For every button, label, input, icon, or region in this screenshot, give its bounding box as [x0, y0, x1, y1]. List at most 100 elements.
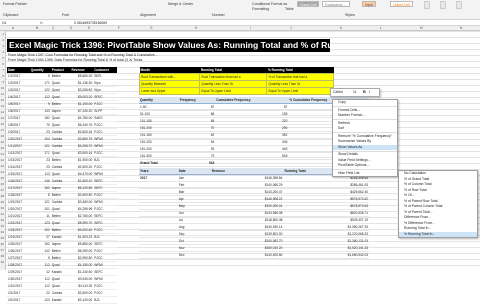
data-table-cell[interactable]: BJ1: [93, 156, 117, 164]
frequency-cell[interactable]: 51-100: [139, 110, 179, 118]
criteria-cell[interactable]: Root Transaction that had a: [199, 73, 268, 81]
data-table-cell[interactable]: $4,206.70: [70, 142, 94, 150]
pivot-cell[interactable]: $143,966.08: [210, 209, 284, 217]
data-table-cell[interactable]: 1/19/2017: [7, 198, 30, 206]
data-table-cell[interactable]: Kanaki: [50, 233, 71, 241]
data-table-cell[interactable]: PJCC: [93, 226, 117, 234]
data-table-cell[interactable]: 9: [29, 254, 51, 262]
data-table-cell[interactable]: PJCC: [93, 205, 117, 213]
data-table-cell[interactable]: 121: [29, 142, 51, 150]
pivot-cell[interactable]: $576,570.62: [283, 195, 369, 203]
data-table-cell[interactable]: 104: [29, 135, 51, 143]
data-table-cell[interactable]: 1/14/2017: [7, 163, 30, 171]
data-table-cell[interactable]: 143: [29, 107, 51, 115]
pivot-cell[interactable]: $140,065.29: [210, 181, 284, 189]
data-table-cell[interactable]: $4,470.00: [70, 170, 94, 178]
data-table-cell[interactable]: 1/7/2017: [7, 114, 30, 122]
data-table-cell[interactable]: PJCC: [93, 289, 117, 297]
data-table-cell[interactable]: Quad: [50, 149, 71, 157]
show-values-as-submenu[interactable]: No Calculation% of Grand Total% of Colum…: [398, 170, 478, 238]
pivot-cell[interactable]: $939,337.19: [283, 216, 369, 224]
pivot-cell[interactable]: $140,062.70: [210, 237, 284, 245]
data-table-cell[interactable]: $2,990.50: [70, 254, 94, 262]
data-table-cell[interactable]: PJCC: [93, 121, 117, 129]
frequency-cell[interactable]: 68: [178, 110, 216, 118]
grand-total-value[interactable]: 518: [178, 159, 216, 167]
pivot-cell[interactable]: $286,461.93: [283, 181, 369, 189]
frequency-cell[interactable]: 406: [215, 138, 289, 146]
context-menu-item[interactable]: Copy: [333, 100, 397, 106]
frequency-cell[interactable]: 151-300: [139, 152, 179, 160]
criteria-cell[interactable]: Lower and Upper: [138, 87, 201, 95]
data-table-cell[interactable]: 1/22/2017: [7, 219, 30, 227]
delete-cells-icon[interactable]: [440, 1, 446, 9]
data-table-cell[interactable]: Carlota: [50, 135, 71, 143]
data-table-cell[interactable]: 112: [29, 261, 51, 269]
pivot-year-cell[interactable]: [139, 244, 178, 252]
pivot-cell[interactable]: Nov: [177, 244, 211, 252]
frequency-cell[interactable]: 62: [178, 131, 216, 139]
merge-center-button[interactable]: Merge & Center: [168, 2, 193, 7]
data-table-cell[interactable]: PJCC: [93, 247, 117, 255]
data-table-cell[interactable]: PJCC: [93, 282, 117, 290]
data-table-cell[interactable]: $2,760.00: [70, 212, 94, 220]
data-table-cell[interactable]: Quad: [50, 121, 71, 129]
data-table-cell[interactable]: Bellen: [50, 247, 71, 255]
data-table-cell[interactable]: 2/1/2017: [7, 289, 30, 297]
frequency-cell[interactable]: 290: [215, 124, 289, 132]
bold-icon[interactable]: B: [363, 90, 366, 94]
linked-cell-style[interactable]: Linked Cell: [390, 1, 413, 7]
frequency-cell[interactable]: 445: [215, 145, 289, 153]
data-table-cell[interactable]: 2/2/2017: [7, 296, 30, 304]
mini-font-size[interactable]: 11: [353, 90, 357, 94]
frequency-cell[interactable]: 151-200: [139, 138, 179, 146]
submenu-item[interactable]: % Running Total In...: [399, 231, 477, 237]
frequency-cell[interactable]: 73: [178, 152, 216, 160]
data-table-cell[interactable]: 123: [29, 296, 51, 304]
data-table-cell[interactable]: SEFC: [93, 177, 117, 185]
data-table-cell[interactable]: PJCC: [93, 163, 117, 171]
data-table-cell[interactable]: BJ1: [93, 233, 117, 241]
data-table-cell[interactable]: BJ1: [93, 296, 117, 304]
data-table-cell[interactable]: $3,900.16: [70, 149, 94, 157]
data-table-cell[interactable]: $4,780.00: [70, 114, 94, 122]
frequency-cell[interactable]: 101-150: [139, 131, 179, 139]
data-table-cell[interactable]: Aspen: [50, 184, 71, 192]
format-cells-icon[interactable]: [456, 1, 462, 9]
pivot-cell[interactable]: $160,010.20: [210, 244, 284, 252]
data-table-cell[interactable]: 1/3/2017: [7, 86, 30, 94]
pivot-year-cell[interactable]: [139, 251, 178, 259]
data-table-cell[interactable]: Quad: [50, 79, 71, 87]
criteria-cell[interactable]: Equal To Upper Limit: [199, 87, 268, 95]
pivot-cell[interactable]: $1,220,068.33: [283, 230, 369, 238]
context-menu-item[interactable]: Sort: [333, 126, 397, 132]
pivot-cell[interactable]: $118,800.48: [210, 216, 284, 224]
frequency-cell[interactable]: 155: [215, 110, 289, 118]
data-table-cell[interactable]: 1/12/2017: [7, 149, 30, 157]
frequency-cell[interactable]: 101-150: [139, 117, 179, 125]
data-table-cell[interactable]: Quad: [50, 170, 71, 178]
format-painter-button[interactable]: Format Painter: [3, 2, 27, 7]
pivot-cell[interactable]: $140,400.80: [210, 251, 284, 259]
pivot-cell[interactable]: $676,570.63: [283, 202, 369, 210]
context-menu[interactable]: Copy Format Cells... Number Format... Refre…: [332, 99, 398, 177]
data-table-cell[interactable]: SEFC: [93, 240, 117, 248]
data-table-cell[interactable]: 1/27/2017: [7, 254, 30, 262]
pivot-cell[interactable]: $1,360,131.03: [283, 237, 369, 245]
data-table-cell[interactable]: $3,120.00: [70, 296, 94, 304]
data-table-cell[interactable]: SEFC: [93, 212, 117, 220]
data-table-cell[interactable]: Quad: [50, 114, 71, 122]
frequency-cell[interactable]: 39: [178, 145, 216, 153]
data-table-cell[interactable]: $1,903.23: [70, 233, 94, 241]
data-table-cell[interactable]: 1/15/2017: [7, 170, 30, 178]
data-table-cell[interactable]: 102: [29, 226, 51, 234]
data-table-cell[interactable]: Carlota: [50, 198, 71, 206]
data-table-cell[interactable]: Bellen: [50, 212, 71, 220]
data-table-cell[interactable]: 1/20/2017: [7, 205, 30, 213]
criteria-cell[interactable]: Quantity Less Than Or: [199, 80, 268, 88]
data-table-cell[interactable]: 1/26/2017: [7, 247, 30, 255]
data-table-cell[interactable]: $2,500.50: [70, 191, 94, 199]
pivot-year-cell[interactable]: [139, 230, 178, 238]
pivot-cell[interactable]: Jul: [177, 216, 211, 224]
pivot-year-cell[interactable]: [139, 202, 178, 210]
